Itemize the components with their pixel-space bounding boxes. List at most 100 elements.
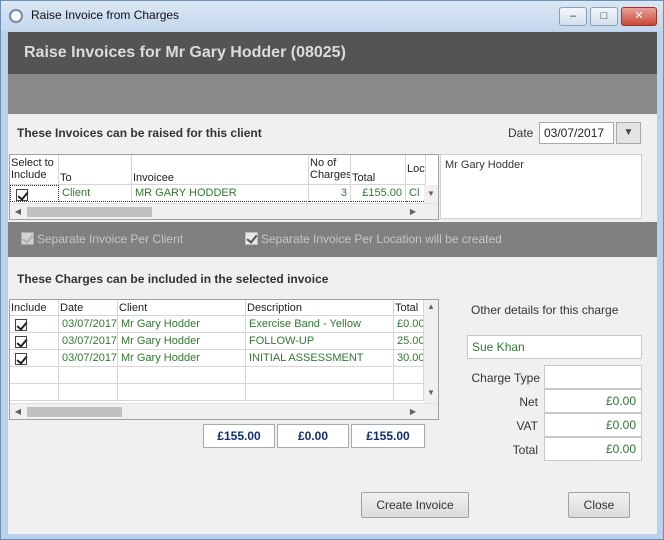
separate-per-client-label: Separate Invoice Per Client [37, 232, 184, 246]
col-header-description[interactable]: Description [246, 300, 394, 316]
empty-cell [10, 384, 59, 401]
checkbox-checked-icon [245, 232, 258, 245]
charge-cell-date[interactable]: 03/07/2017 [59, 350, 118, 367]
vat-field: £0.00 [544, 413, 642, 437]
raise-invoice-window: Raise Invoice from Charges – □ ✕ Raise I… [0, 0, 664, 540]
empty-cell [118, 384, 246, 401]
charges-vertical-scrollbar[interactable]: ▲ ▼ [424, 300, 438, 403]
scroll-up-icon[interactable]: ▲ [424, 300, 438, 314]
empty-cell [118, 367, 246, 384]
charge-cell-client[interactable]: Mr Gary Hodder [118, 350, 246, 367]
invoice-row-select[interactable] [10, 185, 59, 202]
invoice-cell-charges[interactable]: 3 [309, 185, 351, 202]
charge-cell-date[interactable]: 03/07/2017 [59, 333, 118, 350]
charge-type-label: Charge Type [471, 371, 541, 385]
invoice-cell-to[interactable]: Client [59, 185, 132, 202]
close-button[interactable]: Close [568, 492, 630, 518]
scroll-right-icon[interactable]: ▶ [406, 405, 420, 419]
charge-cell-client[interactable]: Mr Gary Hodder [118, 333, 246, 350]
charge-row-include[interactable] [10, 316, 59, 333]
invoice-cell-loc[interactable]: Cl [406, 185, 426, 202]
create-invoice-button[interactable]: Create Invoice [361, 492, 469, 518]
close-window-button[interactable]: ✕ [621, 7, 657, 26]
invoices-vertical-scrollbar[interactable]: ▼ [424, 185, 438, 203]
charge-cell-description[interactable]: Exercise Band - Yellow [246, 316, 394, 333]
invoices-section-title: These Invoices can be raised for this cl… [17, 126, 262, 140]
options-bar: Separate Invoice Per Client Separate Inv… [8, 222, 657, 257]
date-dropdown-button[interactable]: ▼ [616, 122, 641, 144]
charge-row-include[interactable] [10, 350, 59, 367]
empty-cell [394, 367, 424, 384]
col-header-loc[interactable]: Loc [406, 155, 426, 185]
checkbox-checked-icon [15, 318, 27, 331]
col-header-no-of-charges[interactable]: No of Charges [309, 155, 351, 185]
col-header-include[interactable]: Include [10, 300, 59, 316]
maximize-button[interactable]: □ [590, 7, 618, 26]
charge-cell-client[interactable]: Mr Gary Hodder [118, 316, 246, 333]
col-header-total[interactable]: Total [394, 300, 424, 316]
date-field[interactable]: 03/07/2017 [539, 122, 614, 144]
col-header-invoicee[interactable]: Invoicee [132, 155, 309, 185]
invoice-cell-invoicee[interactable]: MR GARY HODDER [132, 185, 309, 202]
checkbox-checked-icon [15, 352, 27, 365]
charge-cell-description[interactable]: INITIAL ASSESSMENT [246, 350, 394, 367]
staff-field[interactable]: Sue Khan [467, 335, 642, 359]
separate-per-client-option[interactable]: Separate Invoice Per Client [21, 232, 183, 246]
page-title: Raise Invoices for Mr Gary Hodder (08025… [24, 44, 346, 61]
scroll-down-icon[interactable]: ▼ [424, 386, 438, 400]
total-field: £0.00 [544, 437, 642, 461]
window-title: Raise Invoice from Charges [31, 8, 180, 22]
total-net: £155.00 [351, 424, 425, 448]
checkbox-checked-icon [21, 232, 34, 245]
charge-cell-total[interactable]: 25.00 [394, 333, 424, 350]
charges-section-title: These Charges can be included in the sel… [17, 272, 329, 286]
empty-cell [59, 384, 118, 401]
net-label: Net [519, 395, 538, 409]
scroll-left-icon[interactable]: ◀ [11, 205, 25, 219]
app-icon [9, 9, 23, 23]
empty-cell [246, 384, 394, 401]
date-label: Date [508, 126, 534, 140]
empty-cell [246, 367, 394, 384]
scroll-down-icon[interactable]: ▼ [424, 187, 438, 201]
charge-row-include[interactable] [10, 333, 59, 350]
chevron-down-icon: ▼ [623, 127, 634, 138]
empty-cell [59, 367, 118, 384]
dialog-body: Raise Invoices for Mr Gary Hodder (08025… [8, 32, 657, 534]
net-field: £0.00 [544, 389, 642, 413]
header-subbar [8, 74, 657, 114]
checkbox-checked-icon [16, 188, 28, 201]
charges-horizontal-scrollbar[interactable]: ◀ ▶ [10, 403, 438, 419]
invoicee-details-panel: Mr Gary Hodder [440, 154, 642, 219]
vat-label: VAT [516, 419, 538, 433]
col-header-client[interactable]: Client [118, 300, 246, 316]
invoices-grid: Select to Include To Invoicee No of Char… [9, 154, 439, 220]
empty-cell [10, 367, 59, 384]
invoice-cell-total[interactable]: £155.00 [351, 185, 406, 202]
charge-type-field[interactable] [544, 365, 642, 389]
charge-cell-date[interactable]: 03/07/2017 [59, 316, 118, 333]
header-banner: Raise Invoices for Mr Gary Hodder (08025… [8, 32, 657, 74]
col-header-date[interactable]: Date [59, 300, 118, 316]
separate-per-location-label: Separate Invoice Per Location will be cr… [261, 232, 502, 246]
charge-cell-total[interactable]: 30.00 [394, 350, 424, 367]
scrollbar-thumb[interactable] [27, 407, 122, 417]
empty-cell [394, 384, 424, 401]
charge-cell-total[interactable]: £0.00 [394, 316, 424, 333]
separate-per-location-option[interactable]: Separate Invoice Per Location will be cr… [245, 232, 502, 246]
invoices-horizontal-scrollbar[interactable]: ◀ ▶ [10, 203, 438, 219]
scroll-left-icon[interactable]: ◀ [11, 405, 25, 419]
title-bar: Raise Invoice from Charges – □ ✕ [1, 1, 663, 31]
minimize-button[interactable]: – [559, 7, 587, 26]
checkbox-checked-icon [15, 335, 27, 348]
col-header-total[interactable]: Total [351, 155, 406, 185]
scroll-right-icon[interactable]: ▶ [406, 205, 420, 219]
total-label: Total [512, 443, 538, 457]
total-gross: £155.00 [203, 424, 275, 448]
col-header-select[interactable]: Select to Include [10, 155, 59, 185]
charges-grid: Include Date Client Description Total 03… [9, 299, 439, 420]
other-details-title: Other details for this charge [471, 303, 619, 317]
charge-cell-description[interactable]: FOLLOW-UP [246, 333, 394, 350]
scrollbar-thumb[interactable] [27, 207, 152, 217]
col-header-to[interactable]: To [59, 155, 132, 185]
